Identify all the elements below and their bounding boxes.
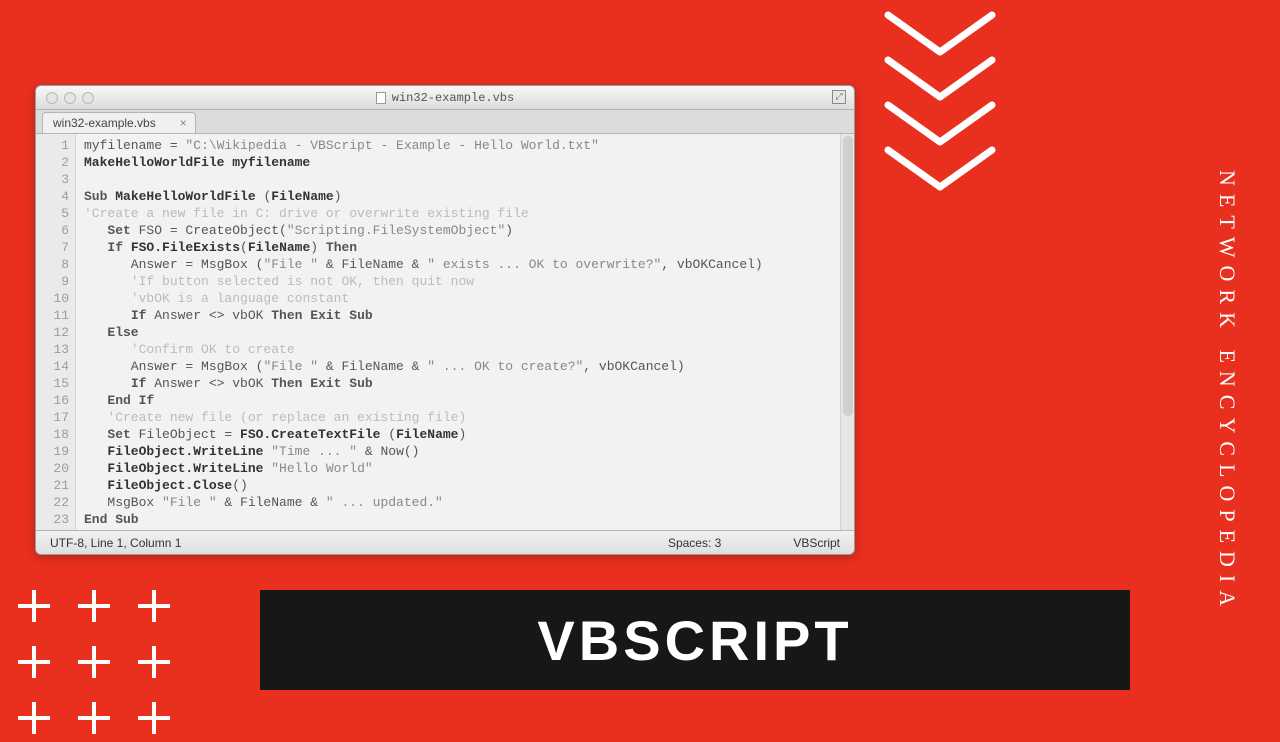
titlebar[interactable]: win32-example.vbs ⤢ <box>36 86 854 110</box>
document-icon <box>376 92 386 104</box>
tab-file[interactable]: win32-example.vbs × <box>42 112 196 133</box>
code-line[interactable]: myfilename = "C:\Wikipedia - VBScript - … <box>84 137 840 154</box>
code-line[interactable]: 'Create new file (or replace an existing… <box>84 409 840 426</box>
code-line[interactable]: 'Confirm OK to create <box>84 341 840 358</box>
line-number: 12 <box>36 324 69 341</box>
line-number: 2 <box>36 154 69 171</box>
code-line[interactable]: Answer = MsgBox ("File " & FileName & " … <box>84 358 840 375</box>
line-number: 17 <box>36 409 69 426</box>
line-number: 23 <box>36 511 69 528</box>
line-number: 6 <box>36 222 69 239</box>
line-number: 20 <box>36 460 69 477</box>
tab-bar: win32-example.vbs × <box>36 110 854 134</box>
vertical-scrollbar[interactable] <box>840 134 854 530</box>
line-number: 21 <box>36 477 69 494</box>
line-number: 1 <box>36 137 69 154</box>
line-number: 15 <box>36 375 69 392</box>
code-line[interactable]: Answer = MsgBox ("File " & FileName & " … <box>84 256 840 273</box>
plus-grid-icon <box>18 590 178 742</box>
code-line[interactable]: If Answer <> vbOK Then Exit Sub <box>84 307 840 324</box>
line-number-gutter: 1234567891011121314151617181920212223 <box>36 134 76 530</box>
code-line[interactable] <box>84 171 840 188</box>
code-line[interactable]: Sub MakeHelloWorldFile (FileName) <box>84 188 840 205</box>
code-line[interactable]: 'If button selected is not OK, then quit… <box>84 273 840 290</box>
scrollbar-thumb[interactable] <box>843 136 853 416</box>
line-number: 8 <box>36 256 69 273</box>
line-number: 10 <box>36 290 69 307</box>
code-line[interactable]: FileObject.WriteLine "Time ... " & Now() <box>84 443 840 460</box>
code-line[interactable]: FileObject.Close() <box>84 477 840 494</box>
editor-window: win32-example.vbs ⤢ win32-example.vbs × … <box>35 85 855 555</box>
code-line[interactable]: End If <box>84 392 840 409</box>
code-line[interactable]: MakeHelloWorldFile myfilename <box>84 154 840 171</box>
line-number: 4 <box>36 188 69 205</box>
status-bar: UTF-8, Line 1, Column 1 Spaces: 3 VBScri… <box>36 530 854 554</box>
minimize-icon[interactable] <box>64 92 76 104</box>
zoom-icon[interactable] <box>82 92 94 104</box>
close-icon[interactable] <box>46 92 58 104</box>
code-line[interactable]: If Answer <> vbOK Then Exit Sub <box>84 375 840 392</box>
chevron-stack-icon <box>870 10 1010 195</box>
code-line[interactable]: 'vbOK is a language constant <box>84 290 840 307</box>
line-number: 18 <box>36 426 69 443</box>
side-label: NETWORK ENCYCLOPEDIA <box>1214 170 1240 614</box>
status-encoding-pos[interactable]: UTF-8, Line 1, Column 1 <box>50 536 181 550</box>
code-line[interactable]: If FSO.FileExists(FileName) Then <box>84 239 840 256</box>
status-language[interactable]: VBScript <box>793 536 840 550</box>
line-number: 16 <box>36 392 69 409</box>
code-line[interactable]: Else <box>84 324 840 341</box>
code-content[interactable]: myfilename = "C:\Wikipedia - VBScript - … <box>76 134 840 530</box>
line-number: 7 <box>36 239 69 256</box>
close-tab-icon[interactable]: × <box>180 116 187 130</box>
code-line[interactable]: Set FSO = CreateObject("Scripting.FileSy… <box>84 222 840 239</box>
banner-text: VBSCRIPT <box>537 608 852 673</box>
window-title: win32-example.vbs <box>36 91 854 105</box>
tab-label: win32-example.vbs <box>53 116 156 130</box>
code-line[interactable]: Set FileObject = FSO.CreateTextFile (Fil… <box>84 426 840 443</box>
line-number: 22 <box>36 494 69 511</box>
title-banner: VBSCRIPT <box>260 590 1130 690</box>
window-controls <box>46 92 94 104</box>
line-number: 3 <box>36 171 69 188</box>
line-number: 14 <box>36 358 69 375</box>
status-indent[interactable]: Spaces: 3 <box>668 536 721 550</box>
code-area: 1234567891011121314151617181920212223 my… <box>36 134 854 530</box>
line-number: 5 <box>36 205 69 222</box>
line-number: 11 <box>36 307 69 324</box>
line-number: 9 <box>36 273 69 290</box>
code-line[interactable]: End Sub <box>84 511 840 528</box>
line-number: 13 <box>36 341 69 358</box>
window-title-text: win32-example.vbs <box>392 91 514 105</box>
maximize-icon[interactable]: ⤢ <box>832 90 846 104</box>
line-number: 19 <box>36 443 69 460</box>
code-line[interactable]: 'Create a new file in C: drive or overwr… <box>84 205 840 222</box>
code-line[interactable]: MsgBox "File " & FileName & " ... update… <box>84 494 840 511</box>
code-line[interactable]: FileObject.WriteLine "Hello World" <box>84 460 840 477</box>
